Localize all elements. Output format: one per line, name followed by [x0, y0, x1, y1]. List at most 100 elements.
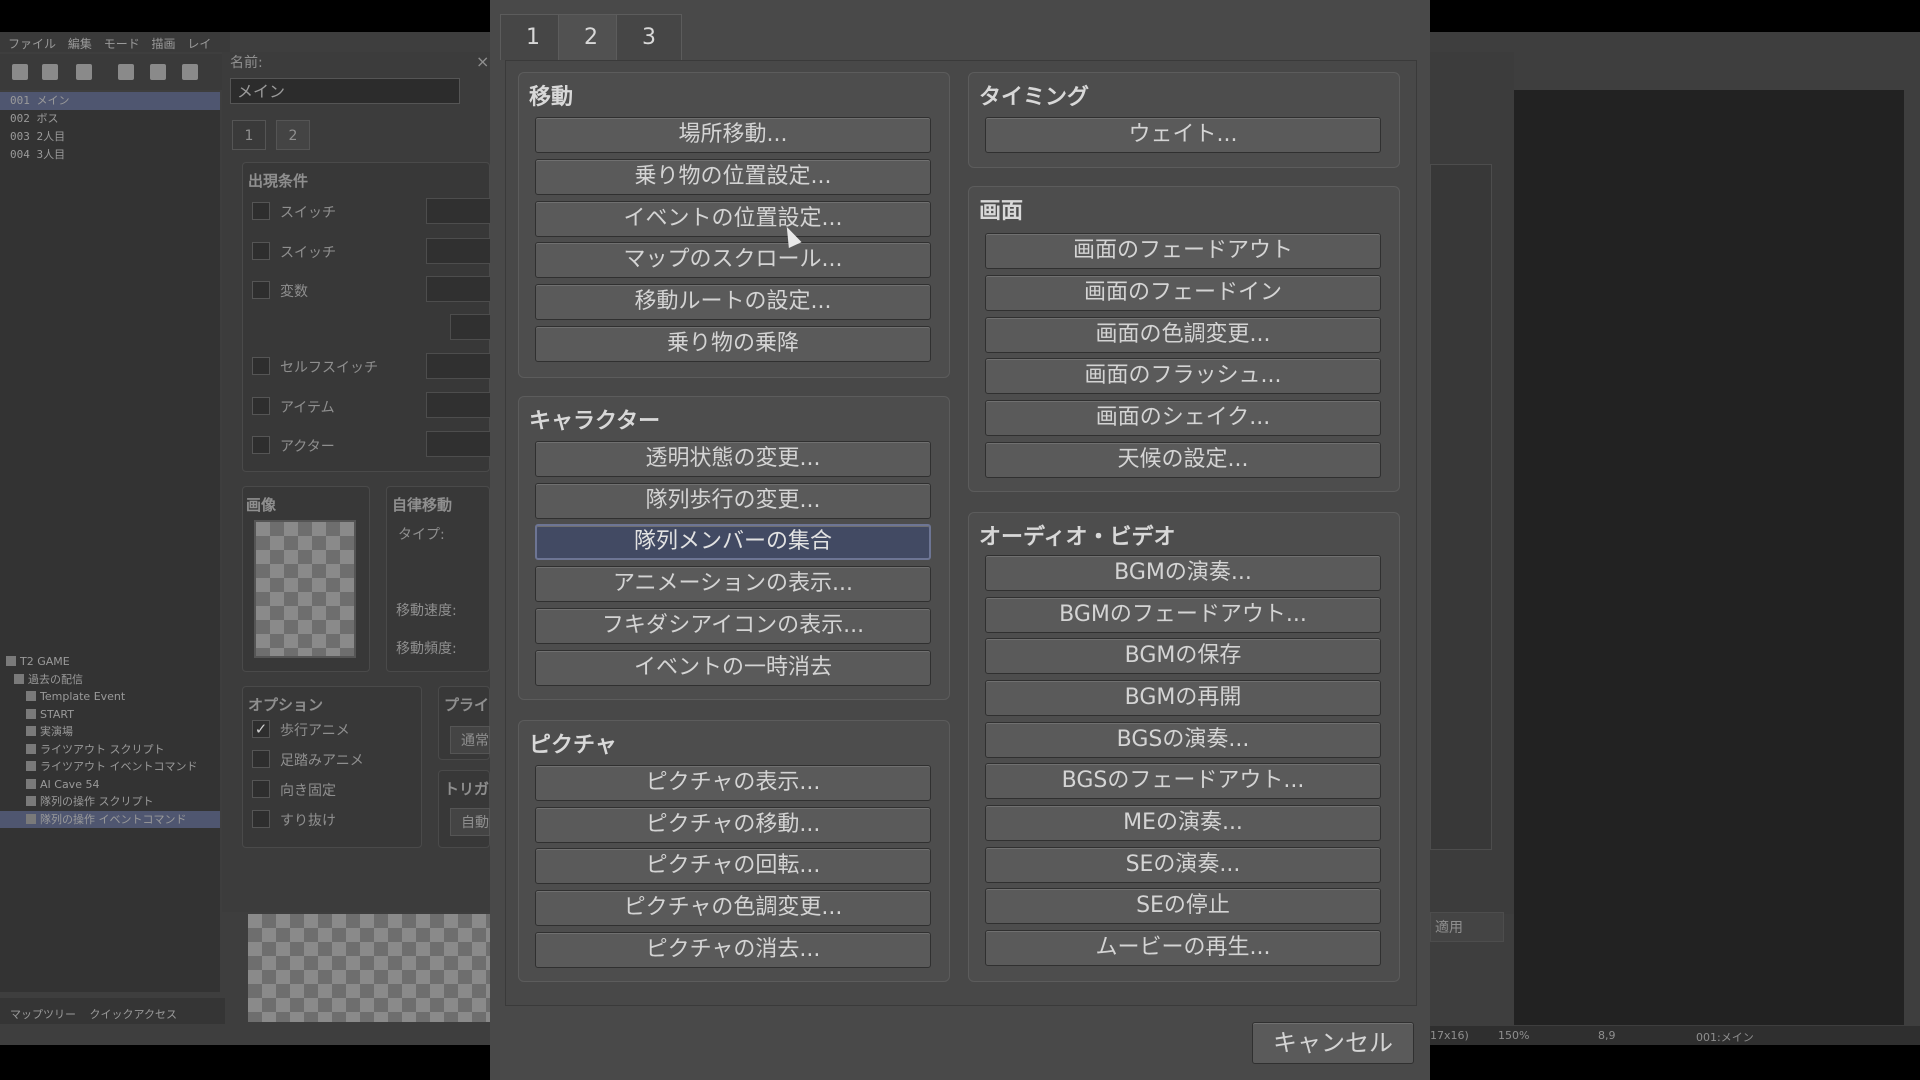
cmd-transfer-player-button[interactable]: 場所移動...: [535, 117, 931, 153]
event-graphic-preview[interactable]: [254, 520, 356, 658]
cmd-play-me-button[interactable]: MEの演奏...: [985, 805, 1381, 841]
condition-field[interactable]: [426, 198, 496, 224]
condition-checkbox[interactable]: [252, 202, 270, 220]
tab-map-tree[interactable]: マップツリー: [10, 1006, 76, 1022]
open-icon[interactable]: [42, 64, 58, 80]
tree-item[interactable]: 過去の配信: [0, 671, 220, 689]
cmd-show-animation-button[interactable]: アニメーションの表示...: [535, 566, 931, 602]
tree-item[interactable]: START: [0, 706, 220, 724]
cmd-save-bgm-button[interactable]: BGMの保存: [985, 638, 1381, 674]
trigger-select[interactable]: 自動: [450, 808, 490, 836]
section-timing: タイミング ウェイト...: [968, 72, 1400, 168]
map-list-item[interactable]: 002 ボス: [0, 110, 220, 128]
cmd-set-vehicle-location-button[interactable]: 乗り物の位置設定...: [535, 159, 931, 195]
cmd-set-event-location-button[interactable]: イベントの位置設定...: [535, 201, 931, 237]
map-list-item[interactable]: 003 2人目: [0, 128, 220, 146]
cmd-fadein-screen-button[interactable]: 画面のフェードイン: [985, 275, 1381, 311]
cut-icon[interactable]: [118, 64, 134, 80]
cmd-fadeout-bgm-button[interactable]: BGMのフェードアウト...: [985, 597, 1381, 633]
menu-file[interactable]: ファイル: [8, 35, 56, 52]
cmd-play-se-button[interactable]: SEの演奏...: [985, 847, 1381, 883]
condition-field[interactable]: [426, 276, 496, 302]
map-icon: [26, 813, 36, 824]
option-checkbox[interactable]: [252, 810, 270, 828]
cmd-show-balloon-icon-button[interactable]: フキダシアイコンの表示...: [535, 608, 931, 644]
menu-layer[interactable]: レイ: [187, 35, 211, 52]
cmd-gather-followers-button[interactable]: 隊列メンバーの集合: [535, 524, 931, 560]
tree-item[interactable]: ライツアウト イベントコマンド: [0, 758, 220, 776]
copy-icon[interactable]: [150, 64, 166, 80]
map-icon: [26, 743, 36, 754]
menu-draw[interactable]: 描画: [152, 35, 176, 52]
tab-page-1[interactable]: 1: [500, 14, 566, 60]
condition-field[interactable]: [426, 238, 496, 264]
cmd-play-bgs-button[interactable]: BGSの演奏...: [985, 722, 1381, 758]
editor-toolbar: [0, 54, 222, 90]
cmd-get-on-off-vehicle-button[interactable]: 乗り物の乗降: [535, 326, 931, 362]
option-checkbox[interactable]: [252, 750, 270, 768]
cmd-rotate-picture-button[interactable]: ピクチャの回転...: [535, 848, 931, 884]
condition-checkbox[interactable]: [252, 281, 270, 299]
tree-item[interactable]: T2 GAME: [0, 653, 220, 671]
condition-checkbox[interactable]: [252, 242, 270, 260]
menu-edit[interactable]: 編集: [68, 35, 92, 52]
cmd-fadeout-bgs-button[interactable]: BGSのフェードアウト...: [985, 763, 1381, 799]
cmd-scroll-map-button[interactable]: マップのスクロール...: [535, 242, 931, 278]
cmd-tint-picture-button[interactable]: ピクチャの色調変更...: [535, 890, 931, 926]
cmd-play-bgm-button[interactable]: BGMの演奏...: [985, 555, 1381, 591]
tree-item[interactable]: 隊列の操作 スクリプト: [0, 793, 220, 811]
tab-quick-access[interactable]: クイックアクセス: [90, 1006, 177, 1022]
contents-list-frame: [1430, 164, 1492, 850]
tree-item[interactable]: Template Event: [0, 688, 220, 706]
cmd-move-picture-button[interactable]: ピクチャの移動...: [535, 807, 931, 843]
cmd-change-transparency-button[interactable]: 透明状態の変更...: [535, 441, 931, 477]
cmd-erase-picture-button[interactable]: ピクチャの消去...: [535, 932, 931, 968]
tree-tabs: マップツリー クイックアクセス: [0, 998, 225, 1024]
map-list-item[interactable]: 001 メイン: [0, 92, 220, 110]
tab-page-3[interactable]: 3: [616, 14, 682, 60]
condition-checkbox[interactable]: [252, 357, 270, 375]
cmd-stop-se-button[interactable]: SEの停止: [985, 888, 1381, 924]
condition-field[interactable]: [426, 353, 496, 379]
condition-field[interactable]: [426, 392, 496, 418]
cmd-change-player-followers-button[interactable]: 隊列歩行の変更...: [535, 483, 931, 519]
tree-item[interactable]: 実演場: [0, 723, 220, 741]
cmd-flash-screen-button[interactable]: 画面のフラッシュ...: [985, 358, 1381, 394]
cmd-show-picture-button[interactable]: ピクチャの表示...: [535, 765, 931, 801]
tree-item[interactable]: 隊列の操作 イベントコマンド: [0, 810, 220, 828]
menu-mode[interactable]: モード: [104, 35, 140, 52]
cancel-button[interactable]: キャンセル: [1252, 1022, 1414, 1064]
cmd-shake-screen-button[interactable]: 画面のシェイク...: [985, 400, 1381, 436]
condition-field[interactable]: [450, 314, 492, 340]
condition-checkbox[interactable]: [252, 397, 270, 415]
tree-item[interactable]: ライツアウト スクリプト: [0, 741, 220, 759]
event-page-tab-2[interactable]: 2: [276, 120, 310, 150]
event-page-tab-1[interactable]: 1: [232, 120, 266, 150]
condition-checkbox[interactable]: [252, 436, 270, 454]
apply-button[interactable]: 適用: [1430, 912, 1504, 942]
option-checkbox[interactable]: ✓: [252, 720, 270, 738]
condition-label: スイッチ: [280, 205, 336, 221]
option-checkbox[interactable]: [252, 780, 270, 798]
event-name-input[interactable]: メイン: [230, 78, 460, 104]
cmd-play-movie-button[interactable]: ムービーの再生...: [985, 930, 1381, 966]
new-icon[interactable]: [12, 64, 28, 80]
priority-select[interactable]: 通常: [450, 726, 490, 754]
cmd-tint-screen-button[interactable]: 画面の色調変更...: [985, 317, 1381, 353]
option-label: 向き固定: [280, 783, 336, 799]
tree-item[interactable]: AI Cave 54: [0, 776, 220, 794]
cmd-set-move-route-button[interactable]: 移動ルートの設定...: [535, 284, 931, 320]
map-icon: [26, 691, 36, 701]
cmd-resume-bgm-button[interactable]: BGMの再開: [985, 680, 1381, 716]
save-icon[interactable]: [76, 64, 92, 80]
cmd-set-weather-button[interactable]: 天候の設定...: [985, 442, 1381, 478]
map-list-item[interactable]: 004 3人目: [0, 146, 220, 164]
paste-icon[interactable]: [182, 64, 198, 80]
cmd-erase-event-button[interactable]: イベントの一時消去: [535, 650, 931, 686]
cmd-fadeout-screen-button[interactable]: 画面のフェードアウト: [985, 233, 1381, 269]
tab-page-2[interactable]: 2: [558, 14, 624, 60]
close-icon[interactable]: ×: [476, 52, 489, 71]
condition-field[interactable]: [426, 431, 496, 457]
cmd-wait-button[interactable]: ウェイト...: [985, 117, 1381, 153]
autonomous-speed-label: 移動速度:: [396, 603, 457, 619]
